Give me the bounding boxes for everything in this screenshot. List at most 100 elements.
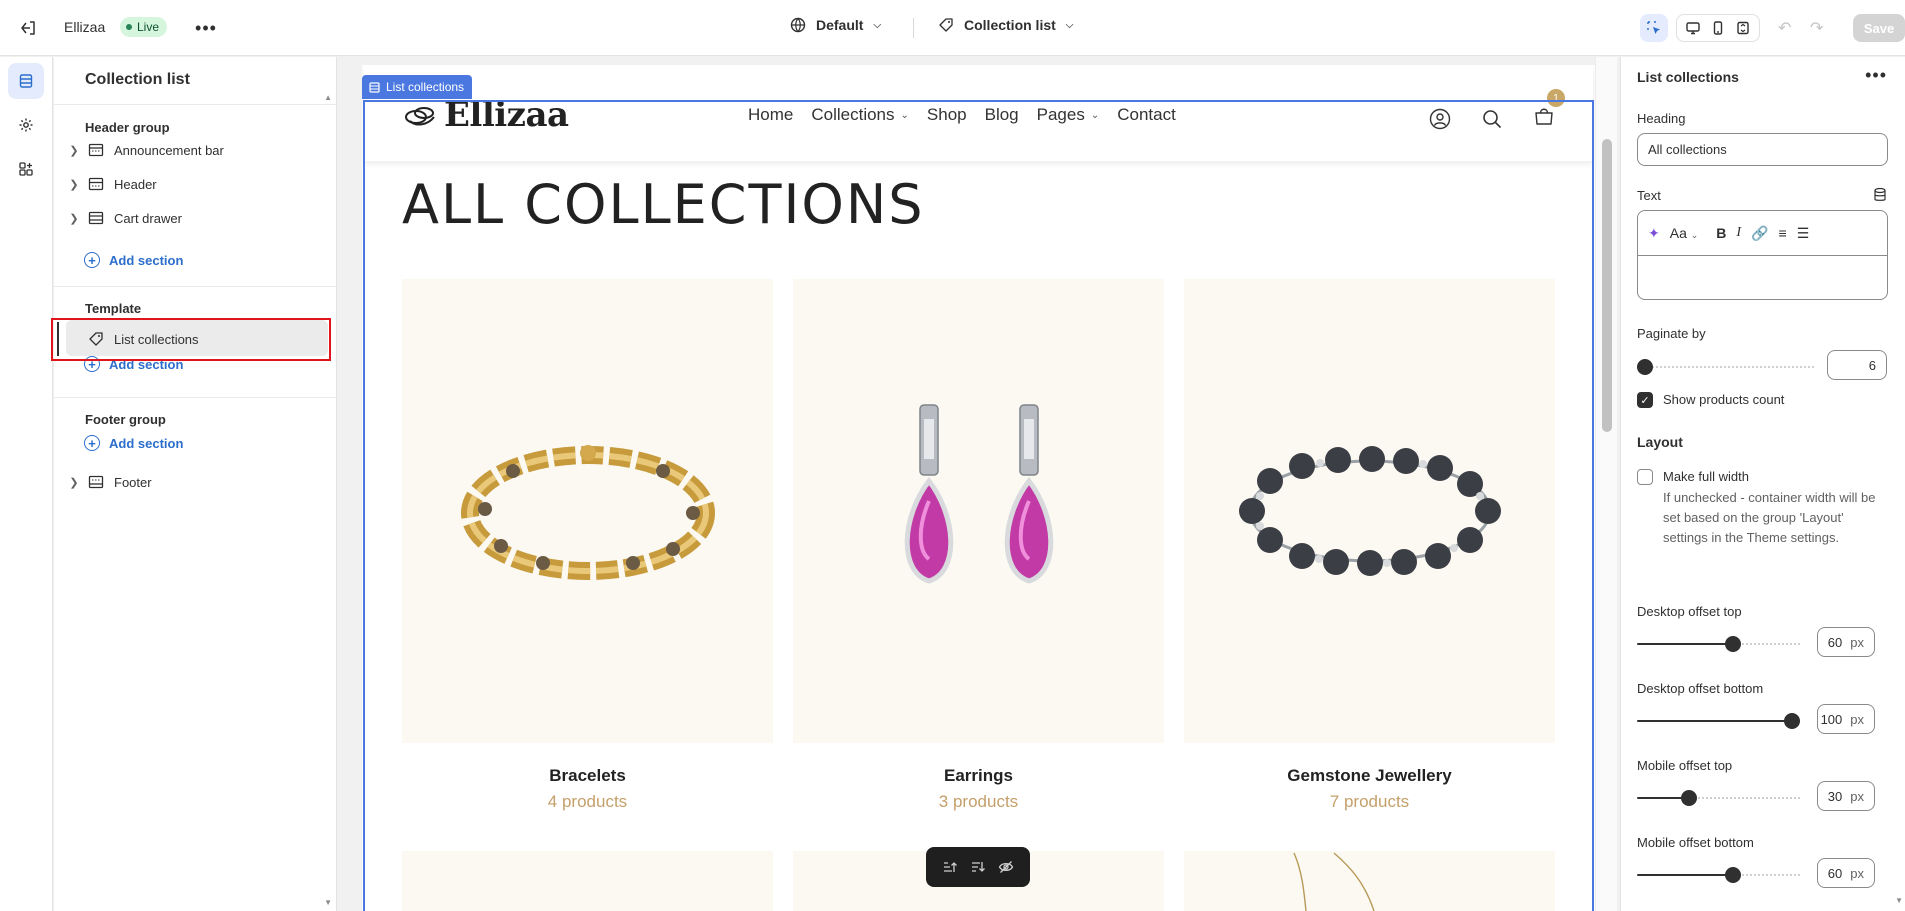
collection-name[interactable]: Earrings [793, 766, 1164, 786]
sections-icon[interactable] [8, 63, 44, 99]
apps-icon[interactable] [8, 151, 44, 187]
collection-name[interactable]: Gemstone Jewellery [1184, 766, 1555, 786]
more-options-icon[interactable]: ••• [1865, 65, 1887, 86]
move-up-icon[interactable] [942, 859, 958, 875]
inspector-icon[interactable] [1640, 14, 1668, 42]
chevron-right-icon[interactable]: ❯ [64, 178, 84, 191]
chevron-right-icon[interactable]: ❯ [64, 212, 84, 225]
chevron-right-icon[interactable]: ❯ [64, 476, 84, 489]
desktop-offset-bottom-input[interactable]: 100 px [1817, 704, 1875, 734]
nav-collections[interactable]: Collections ⌄ [811, 105, 909, 125]
move-down-icon[interactable] [970, 859, 986, 875]
slider-knob[interactable] [1681, 790, 1697, 806]
show-count-checkbox[interactable]: ✓ [1637, 392, 1653, 408]
mobile-offset-top-slider[interactable] [1637, 788, 1800, 808]
bullet-list-icon[interactable]: ≡ [1779, 225, 1787, 241]
collection-card-partial[interactable] [1184, 851, 1555, 911]
section-item-cart-drawer[interactable]: ❯ Cart drawer [64, 204, 324, 232]
chevron-down-icon: ⌵ [1065, 19, 1074, 31]
theme-selector[interactable]: Default ⌵ [790, 17, 881, 33]
desktop-offset-bottom-slider[interactable] [1637, 711, 1800, 731]
full-width-checkbox[interactable] [1637, 469, 1653, 485]
nav-label: Collections [811, 105, 895, 124]
bold-icon[interactable]: B [1716, 225, 1726, 241]
paginate-slider[interactable] [1637, 357, 1814, 377]
tag-icon [84, 329, 108, 349]
slider-knob[interactable] [1784, 713, 1800, 729]
offset-unit: px [1850, 711, 1864, 727]
exit-icon[interactable] [16, 16, 40, 40]
hide-icon[interactable] [998, 859, 1014, 875]
offset-value: 30 [1827, 788, 1843, 804]
text-editor-body[interactable] [1638, 256, 1887, 299]
add-section-button[interactable]: + Add section [84, 252, 183, 268]
offset-value: 100 [1820, 711, 1843, 727]
offset-label: Desktop offset top [1637, 604, 1742, 619]
section-item-list-collections-overlay[interactable]: List collections [84, 325, 314, 353]
scroll-thumb[interactable] [1602, 139, 1612, 432]
redo-icon[interactable]: ↷ [1810, 18, 1823, 38]
section-item-footer[interactable]: ❯ Footer [64, 468, 324, 496]
dynamic-source-icon[interactable] [1873, 187, 1887, 203]
search-icon[interactable] [1481, 108, 1503, 130]
slider-knob[interactable] [1725, 867, 1741, 883]
section-item-announcement-bar[interactable]: ❯ Announcement bar [64, 136, 324, 164]
template-selector[interactable]: Collection list ⌵ [938, 17, 1073, 33]
account-icon[interactable] [1429, 108, 1451, 130]
section-icon [369, 81, 380, 93]
scroll-down-icon[interactable]: ▼ [324, 898, 332, 907]
chevron-right-icon[interactable]: ❯ [64, 144, 84, 157]
mobile-offset-bottom-input[interactable]: 60 px [1817, 858, 1875, 888]
panel-title: Collection list [85, 71, 190, 88]
collection-name[interactable]: Bracelets [402, 766, 773, 786]
collection-card-earrings[interactable]: Earrings 3 products [793, 279, 1164, 812]
scroll-down-icon[interactable]: ▼ [1895, 896, 1903, 905]
more-options-icon[interactable]: ••• [194, 16, 218, 40]
desktop-offset-top-slider[interactable] [1637, 634, 1800, 654]
mobile-icon[interactable] [1710, 20, 1726, 36]
collection-image[interactable] [1184, 279, 1555, 743]
nav-contact[interactable]: Contact [1117, 105, 1176, 125]
slider-knob[interactable] [1725, 636, 1741, 652]
italic-icon[interactable]: I [1736, 225, 1741, 241]
selected-section-tag[interactable]: List collections [362, 75, 473, 99]
divider [54, 397, 337, 398]
plus-circle-icon: + [84, 435, 100, 451]
section-toolbar [926, 847, 1030, 887]
selected-section-label: List collections [386, 80, 465, 94]
settings-title: List collections [1637, 69, 1739, 85]
collection-image[interactable] [402, 279, 773, 743]
text-format-icon[interactable]: Aa ⌄ [1670, 225, 1699, 241]
slider-knob[interactable] [1637, 359, 1653, 375]
undo-icon[interactable]: ↶ [1778, 18, 1791, 38]
heading-input[interactable] [1637, 133, 1888, 166]
collection-count: 4 products [547, 792, 628, 811]
collection-card-bracelets[interactable]: Bracelets 4 products [402, 279, 773, 812]
gear-icon[interactable] [8, 107, 44, 143]
nav-shop[interactable]: Shop [927, 105, 967, 125]
add-section-button[interactable]: + Add section [84, 435, 183, 451]
nav-blog[interactable]: Blog [985, 105, 1019, 125]
collection-card-partial[interactable] [402, 851, 773, 911]
cart-button[interactable]: 1 [1533, 89, 1565, 132]
collection-card-gemstone-jewellery[interactable]: Gemstone Jewellery 7 products [1184, 279, 1555, 812]
site-logo[interactable]: Ellizaa [404, 95, 569, 135]
link-icon[interactable]: 🔗 [1751, 225, 1768, 242]
section-item-header[interactable]: ❯ Header [64, 170, 324, 198]
save-button[interactable]: Save [1853, 14, 1905, 42]
desktop-icon[interactable] [1685, 20, 1701, 36]
page-title: ALL COLLECTIONS [402, 173, 925, 236]
nav-home[interactable]: Home [748, 105, 793, 125]
ai-sparkle-icon[interactable]: ✦ [1648, 225, 1660, 242]
nav-pages[interactable]: Pages ⌄ [1037, 105, 1100, 125]
collection-image[interactable] [793, 279, 1164, 743]
numbered-list-icon[interactable]: ☰ [1797, 225, 1810, 242]
preview-scrollbar[interactable] [1595, 57, 1617, 911]
mobile-offset-bottom-slider[interactable] [1637, 865, 1800, 885]
mobile-offset-top-input[interactable]: 30 px [1817, 781, 1875, 811]
scroll-up-icon[interactable]: ▲ [324, 93, 332, 102]
desktop-offset-top-input[interactable]: 60 px [1817, 627, 1875, 657]
paginate-input[interactable]: 6 [1827, 350, 1887, 380]
fullscreen-icon[interactable] [1735, 20, 1751, 36]
layout-heading: Layout [1637, 434, 1683, 450]
